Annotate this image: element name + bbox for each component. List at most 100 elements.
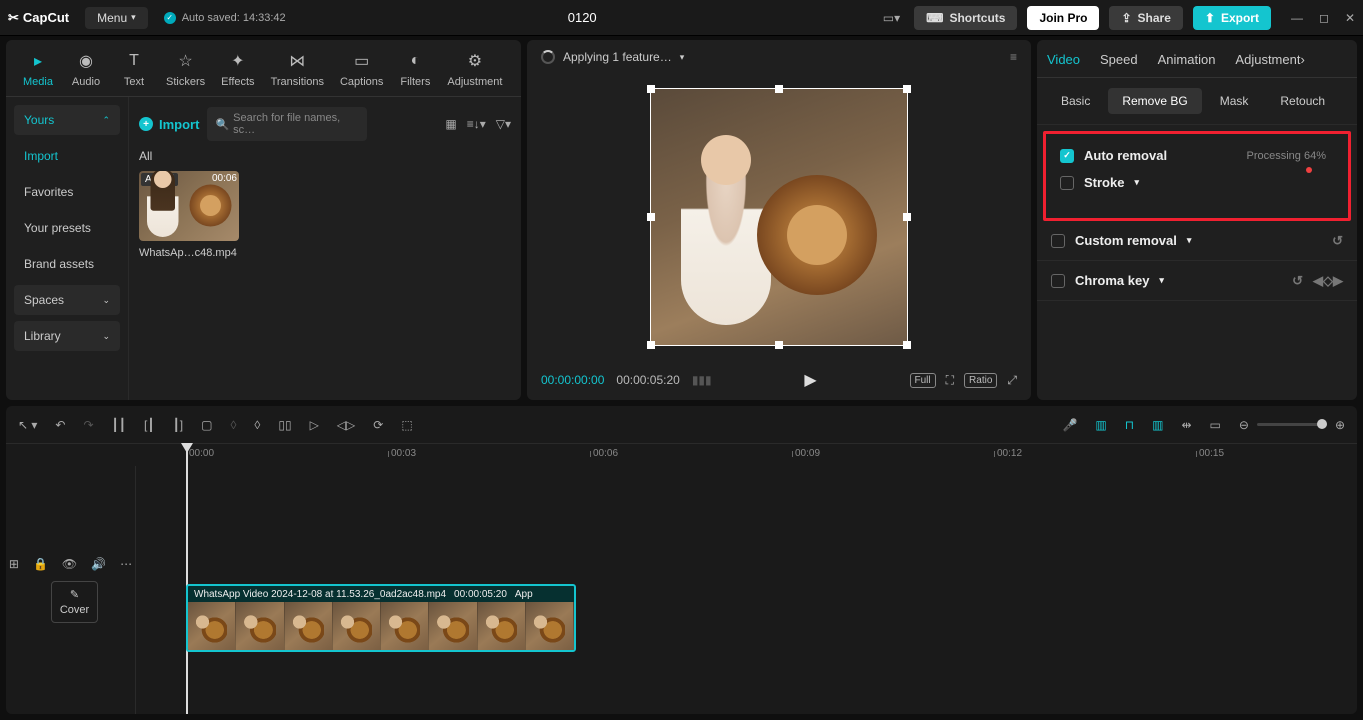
subtab-remove-bg[interactable]: Remove BG: [1108, 88, 1201, 114]
import-button[interactable]: + Import: [139, 117, 199, 132]
subtab-basic[interactable]: Basic: [1047, 88, 1104, 114]
share-button[interactable]: ⇪ Share: [1109, 6, 1182, 30]
tab-audio[interactable]: ◉Audio: [62, 46, 110, 96]
mirror-icon[interactable]: ◁▷: [337, 418, 355, 432]
all-filter[interactable]: All: [139, 149, 511, 163]
quality-bars-icon[interactable]: ▮▮▮: [692, 373, 712, 387]
timeline-ruler[interactable]: 00:00 00:03 00:06 00:09 00:12 00:15: [6, 444, 1357, 466]
marker-off-icon[interactable]: ◊: [230, 418, 236, 432]
crop-icon[interactable]: ⬚: [401, 418, 412, 432]
preview-icon[interactable]: ▭: [1210, 418, 1221, 432]
props-tab-animation[interactable]: Animation: [1158, 52, 1216, 77]
full-button[interactable]: Full: [910, 373, 936, 388]
preview-canvas[interactable]: [650, 88, 908, 346]
grid-view-icon[interactable]: ▦: [445, 117, 456, 131]
track-eye-icon[interactable]: 👁: [62, 557, 77, 571]
tab-text[interactable]: TText: [110, 46, 158, 96]
checkbox-checked-icon[interactable]: ✓: [1060, 149, 1074, 163]
zoom-out-icon[interactable]: ⊖: [1239, 418, 1249, 432]
magnet-icon[interactable]: ⊓: [1125, 418, 1134, 432]
handle-bl[interactable]: [647, 341, 655, 349]
keyframe-nav-icon[interactable]: ◀◇▶: [1313, 273, 1343, 289]
row-auto-removal[interactable]: ✓ Auto removal Processing 64%: [1054, 144, 1340, 167]
magnet-right-icon[interactable]: ▥: [1152, 418, 1163, 432]
handle-tr[interactable]: [903, 85, 911, 93]
tab-transitions[interactable]: ⋈Transitions: [263, 46, 332, 96]
timeline-clip[interactable]: WhatsApp Video 2024-12-08 at 11.53.26_0a…: [186, 584, 576, 652]
media-thumbnail[interactable]: Added 00:06 WhatsAp…c48.mp4: [139, 171, 249, 259]
split-icon[interactable]: ┃┃: [112, 418, 126, 432]
zoom-in-icon[interactable]: ⊕: [1335, 418, 1345, 432]
menu-button[interactable]: Menu ▾: [85, 7, 148, 29]
split-left-icon[interactable]: [┃: [144, 418, 155, 432]
props-tab-adjustment[interactable]: Adjustment›: [1235, 52, 1304, 77]
handle-br[interactable]: [903, 341, 911, 349]
magnet-left-icon[interactable]: ▥: [1095, 418, 1106, 432]
undo-icon[interactable]: ↶: [55, 418, 65, 432]
aspect-ratio-icon[interactable]: ▭▾: [879, 7, 904, 29]
link-icon[interactable]: ⇹: [1181, 418, 1191, 432]
split-right-icon[interactable]: ┃]: [173, 418, 184, 432]
row-custom-removal[interactable]: Custom removal ▾ ↺: [1037, 221, 1357, 261]
sidebar-favorites[interactable]: Favorites: [14, 177, 120, 207]
sort-icon[interactable]: ≡↓▾: [467, 117, 486, 131]
tab-filters[interactable]: ◐Filters: [391, 46, 439, 96]
handle-tl[interactable]: [647, 85, 655, 93]
maximize-icon[interactable]: ◻: [1319, 11, 1329, 25]
handle-ml[interactable]: [647, 213, 655, 221]
sidebar-spaces[interactable]: Spaces⌄: [14, 285, 120, 315]
handle-mr[interactable]: [903, 213, 911, 221]
join-pro-button[interactable]: Join Pro: [1027, 6, 1099, 30]
track-add-icon[interactable]: ⊞: [9, 557, 19, 571]
props-tab-video[interactable]: Video: [1047, 52, 1080, 77]
checkbox-unchecked-icon[interactable]: [1051, 274, 1065, 288]
zoom-slider[interactable]: [1257, 423, 1327, 426]
tab-effects[interactable]: ✦Effects: [213, 46, 262, 96]
sidebar-brand-assets[interactable]: Brand assets: [14, 249, 120, 279]
playhead[interactable]: [186, 444, 188, 714]
tab-captions[interactable]: ▭Captions: [332, 46, 391, 96]
filter-icon[interactable]: ▽▾: [496, 117, 511, 131]
subtab-mask[interactable]: Mask: [1206, 88, 1263, 114]
reset-icon[interactable]: ↺: [1332, 233, 1343, 249]
track-lock-icon[interactable]: 🔒: [33, 557, 48, 571]
sidebar-presets[interactable]: Your presets: [14, 213, 120, 243]
ratio-button[interactable]: Ratio: [964, 373, 997, 388]
sidebar-import[interactable]: Import: [14, 141, 120, 171]
play-button[interactable]: ▶: [804, 370, 816, 390]
focus-icon[interactable]: ⛶: [946, 373, 954, 388]
checkbox-unchecked-icon[interactable]: [1060, 176, 1074, 190]
fullscreen-icon[interactable]: ⤢: [1007, 373, 1017, 388]
tab-adjustment[interactable]: ⚙Adjustment: [439, 46, 510, 96]
speed-icon[interactable]: ▷: [310, 418, 319, 432]
row-stroke[interactable]: Stroke ▾: [1054, 167, 1340, 190]
preview-menu-icon[interactable]: ≡: [1010, 50, 1017, 64]
cursor-tool-icon[interactable]: ↖ ▾: [18, 418, 37, 432]
close-icon[interactable]: ✕: [1345, 11, 1355, 25]
reset-icon[interactable]: ↺: [1292, 273, 1303, 289]
delete-icon[interactable]: ▢: [201, 418, 212, 432]
tab-media[interactable]: ▸Media: [14, 46, 62, 96]
track-mute-icon[interactable]: 🔊: [91, 557, 106, 571]
mic-icon[interactable]: 🎤: [1062, 418, 1077, 432]
sidebar-yours[interactable]: Yours⌃: [14, 105, 120, 135]
sidebar-library[interactable]: Library⌄: [14, 321, 120, 351]
rotate-icon[interactable]: ⟳: [373, 418, 383, 432]
applying-status[interactable]: Applying 1 feature… ▾: [541, 50, 684, 64]
export-button[interactable]: ⬆ Export: [1193, 6, 1271, 30]
handle-bm[interactable]: [775, 341, 783, 349]
handle-tm[interactable]: [775, 85, 783, 93]
props-tab-speed[interactable]: Speed: [1100, 52, 1138, 77]
redo-icon[interactable]: ↷: [83, 418, 93, 432]
checkbox-unchecked-icon[interactable]: [1051, 234, 1065, 248]
cover-button[interactable]: ✎ Cover: [51, 581, 98, 623]
track-more-icon[interactable]: ⋯: [120, 557, 132, 571]
search-input[interactable]: 🔍 Search for file names, sc…: [207, 107, 367, 141]
shortcuts-button[interactable]: ⌨ Shortcuts: [914, 6, 1017, 30]
subtab-retouch[interactable]: Retouch: [1266, 88, 1339, 114]
minimize-icon[interactable]: —: [1291, 11, 1303, 25]
tab-stickers[interactable]: ☆Stickers: [158, 46, 213, 96]
row-chroma-key[interactable]: Chroma key ▾ ↺ ◀◇▶: [1037, 261, 1357, 301]
frames-icon[interactable]: ▯▯: [278, 418, 291, 432]
marker-icon[interactable]: ◊: [254, 418, 260, 432]
